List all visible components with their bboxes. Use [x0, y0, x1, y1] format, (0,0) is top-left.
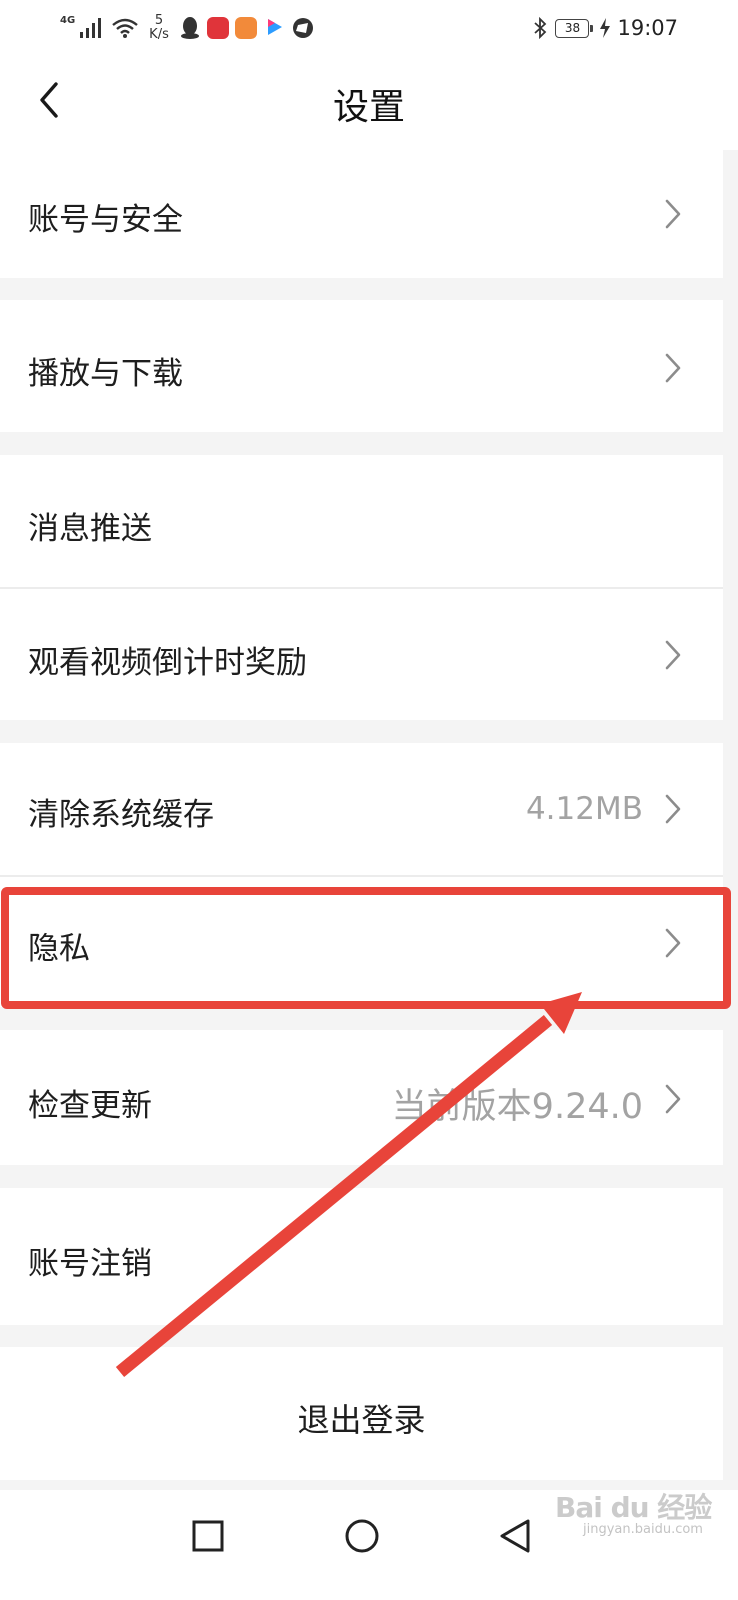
huawei-app-icon: [206, 17, 229, 39]
qq-icon: [180, 17, 199, 39]
settings-item-label: 清除系统缓存: [28, 797, 214, 833]
network-speed: 5 K/s: [149, 14, 169, 42]
settings-item-playback-download[interactable]: 播放与下载: [0, 300, 723, 432]
settings-item-label: 播放与下载: [28, 356, 183, 392]
logout-label: 退出登录: [297, 1401, 426, 1439]
cache-size-value: 4.12MB: [525, 791, 643, 827]
nav-header: 设置: [0, 56, 738, 150]
settings-item-label: 账号与安全: [28, 202, 183, 238]
settings-item-label: 观看视频倒计时奖励: [28, 645, 307, 681]
chevron-right-icon: [665, 794, 681, 824]
status-right: 38 19:07: [531, 10, 678, 46]
settings-item-label: 消息推送: [28, 511, 152, 547]
settings-item-check-update[interactable]: 检查更新 当前版本9.24.0: [0, 1030, 723, 1165]
speed-unit: K/s: [149, 27, 169, 42]
watermark-main: Bai du 经验: [555, 1491, 712, 1524]
signal-icon: [80, 18, 102, 38]
settings-item-label: 检查更新: [28, 1088, 152, 1124]
page-title: 设置: [332, 87, 405, 128]
speed-value: 5: [154, 13, 164, 28]
baidu-jingyan-watermark: Bai du 经验 jingyan.baidu.com: [555, 1486, 712, 1537]
watermark-sub: jingyan.baidu.com: [583, 1522, 703, 1537]
charging-icon: [600, 18, 611, 38]
triangle-back-icon[interactable]: [488, 1508, 544, 1564]
square-recents-icon[interactable]: [180, 1508, 236, 1564]
settings-item-account-security[interactable]: 账号与安全: [0, 150, 723, 278]
settings-item-watch-countdown-reward[interactable]: 观看视频倒计时奖励: [0, 589, 723, 720]
settings-item-notifications[interactable]: 消息推送: [0, 455, 723, 587]
chevron-right-icon: [665, 353, 681, 383]
clock: 19:07: [617, 16, 678, 40]
settings-item-delete-account[interactable]: 账号注销: [0, 1188, 723, 1325]
status-bar: 4G 5 K/s 38 19:07: [0, 0, 738, 56]
browser-icon: [292, 18, 313, 38]
youku-icon: [267, 19, 282, 35]
privacy-highlight-box: [1, 887, 731, 1009]
settings-item-label: 账号注销: [28, 1246, 152, 1282]
chevron-right-icon: [665, 640, 681, 670]
status-left: 4G 5 K/s: [60, 10, 315, 46]
battery-icon: 38: [555, 18, 594, 38]
bluetooth-icon: [534, 16, 547, 40]
settings-item-clear-cache[interactable]: 清除系统缓存 4.12MB: [0, 743, 723, 875]
logout-button[interactable]: 退出登录: [0, 1347, 723, 1480]
chevron-right-icon: [665, 199, 681, 229]
battery-level: 38: [555, 18, 590, 38]
version-value: 当前版本9.24.0: [391, 1087, 643, 1127]
chevron-right-icon: [665, 1084, 681, 1114]
wifi-icon: [112, 18, 138, 38]
network-type: 4G: [60, 14, 76, 26]
health-app-icon: [234, 17, 257, 39]
circle-home-icon[interactable]: [334, 1508, 390, 1564]
